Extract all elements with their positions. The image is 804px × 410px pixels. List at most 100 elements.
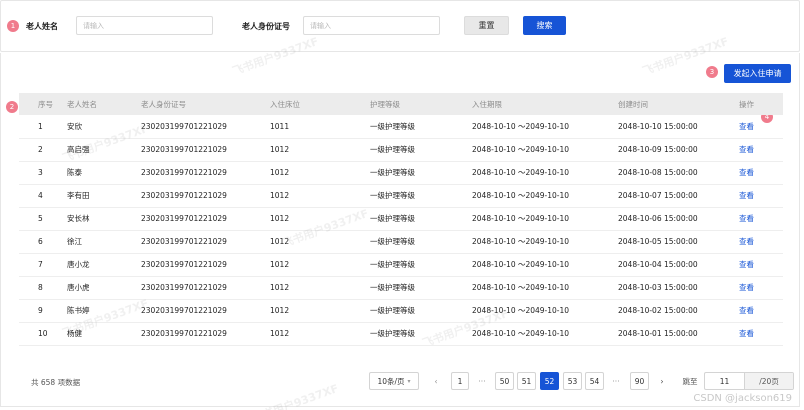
annotation-badge-2: 2 [6, 101, 18, 113]
cell-bed: 1012 [270, 191, 290, 200]
cell-created-time: 2048-10-08 15:00:00 [618, 168, 698, 177]
page-ellipsis-right[interactable]: ··· [608, 372, 624, 390]
total-count: 共 658 项数据 [31, 378, 81, 387]
cell-period: 2048-10-10 ～2049-10-10 [472, 145, 570, 154]
header-care-level: 护理等级 [370, 99, 400, 109]
cell-index: 7 [38, 260, 43, 269]
cell-period: 2048-10-10 ～2049-10-10 [472, 283, 570, 292]
view-link[interactable]: 查看 [739, 168, 754, 177]
page-51[interactable]: 51 [517, 372, 536, 390]
cell-care-level: 一级护理等级 [370, 237, 415, 246]
header-actions: 操作 [739, 99, 754, 109]
header-period: 入住期限 [472, 99, 502, 109]
page-50[interactable]: 50 [495, 372, 514, 390]
view-link[interactable]: 查看 [739, 306, 754, 315]
cell-created-time: 2048-10-02 15:00:00 [618, 306, 698, 315]
header-id-number: 老人身份证号 [141, 99, 186, 109]
next-page-button[interactable]: › [654, 372, 670, 390]
cell-created-time: 2048-10-03 15:00:00 [618, 283, 698, 292]
page: 1 老人姓名 老人身份证号 重置 搜索 3 发起入住申请 2 4 序号 老人姓名… [0, 0, 804, 410]
table-row: 2 高启强 230203199701221029 1012 一级护理等级 2048-10-… [19, 138, 783, 161]
page-53[interactable]: 53 [563, 372, 582, 390]
annotation-badge-3: 3 [706, 66, 718, 78]
prev-page-button[interactable]: ‹ [428, 372, 444, 390]
cell-id-number: 230203199701221029 [141, 145, 227, 154]
cell-name: 安欣 [67, 121, 82, 131]
cell-created-time: 2048-10-01 15:00:00 [618, 329, 698, 338]
cell-care-level: 一级护理等级 [370, 283, 415, 292]
view-link[interactable]: 查看 [739, 260, 754, 269]
reset-button[interactable]: 重置 [464, 16, 509, 35]
cell-id-number: 230203199701221029 [141, 168, 227, 177]
elder-name-label: 老人姓名 [26, 22, 58, 31]
view-link[interactable]: 查看 [739, 237, 754, 246]
cell-bed: 1012 [270, 283, 290, 292]
table-row: 6 徐江 230203199701221029 1012 一级护理等级 2048-10-1… [19, 230, 783, 253]
checkin-table: 序号 老人姓名 老人身份证号 入住床位 护理等级 入住期限 创建时间 操作 1 安… [19, 93, 783, 346]
cell-created-time: 2048-10-07 15:00:00 [618, 191, 698, 200]
page-1[interactable]: 1 [451, 372, 469, 390]
view-link[interactable]: 查看 [739, 191, 754, 200]
cell-care-level: 一级护理等级 [370, 329, 415, 338]
cell-bed: 1012 [270, 237, 290, 246]
cell-id-number: 230203199701221029 [141, 260, 227, 269]
goto-page-suffix: /20页 [744, 373, 793, 389]
cell-care-level: 一级护理等级 [370, 191, 415, 200]
page-54[interactable]: 54 [585, 372, 604, 390]
header-index: 序号 [38, 99, 53, 109]
cell-name: 徐江 [67, 237, 82, 246]
cell-actions: 查看 [739, 299, 783, 322]
cell-index: 10 [38, 329, 48, 338]
page-90[interactable]: 90 [630, 372, 649, 390]
cell-care-level: 一级护理等级 [370, 306, 415, 315]
elder-id-label: 老人身份证号 [242, 22, 290, 31]
page-size-select[interactable]: 10条/页 ▾ [369, 372, 419, 390]
goto-page-field[interactable]: 11 /20页 [704, 372, 794, 390]
table-row: 8 唐小虎 230203199701221029 1012 一级护理等级 2048-10-… [19, 276, 783, 299]
cell-period: 2048-10-10 ～2049-10-10 [472, 191, 570, 200]
cell-bed: 1012 [270, 306, 290, 315]
view-link[interactable]: 查看 [739, 283, 754, 292]
cell-created-time: 2048-10-10 15:00:00 [618, 121, 698, 131]
cell-bed: 1012 [270, 168, 290, 177]
apply-checkin-button[interactable]: 发起入住申请 [724, 64, 791, 83]
cell-care-level: 一级护理等级 [370, 214, 415, 223]
cell-actions: 查看 [739, 161, 783, 184]
view-link[interactable]: 查看 [739, 214, 754, 223]
cell-bed: 1011 [270, 121, 290, 131]
annotation-badge-1: 1 [7, 20, 19, 32]
cell-id-number: 230203199701221029 [141, 237, 227, 246]
csdn-watermark: CSDN @jackson619 [693, 393, 792, 404]
chevron-down-icon: ▾ [407, 377, 411, 385]
elder-id-input[interactable] [303, 16, 440, 35]
cell-index: 9 [38, 306, 43, 315]
view-link[interactable]: 查看 [739, 122, 754, 131]
goto-label: 跳至 [682, 376, 698, 386]
search-button[interactable]: 搜索 [523, 16, 566, 35]
cell-bed: 1012 [270, 260, 290, 269]
view-link[interactable]: 查看 [739, 145, 754, 154]
page-52-current[interactable]: 52 [540, 372, 559, 390]
page-ellipsis-left[interactable]: ··· [474, 372, 490, 390]
cell-name: 高启强 [67, 145, 90, 154]
goto-page-input[interactable]: 11 [705, 377, 744, 386]
cell-index: 1 [38, 121, 43, 131]
cell-name: 唐小龙 [67, 260, 90, 269]
content-panel: 3 发起入住申请 2 4 序号 老人姓名 老人身份证号 入住床位 护理等级 入住… [0, 53, 800, 407]
table-body: 1 安欣 230203199701221029 1011 一级护理等级 2048-10-1… [19, 115, 783, 345]
cell-actions: 查看 [739, 115, 783, 138]
table-row: 10 杨健 230203199701221029 1012 一级护理等级 2048-10-… [19, 322, 783, 345]
header-created-time: 创建时间 [618, 99, 648, 109]
elder-name-input[interactable] [76, 16, 213, 35]
cell-name: 唐小虎 [67, 283, 90, 292]
cell-period: 2048-10-10 ～2049-10-10 [472, 237, 570, 246]
table-row: 4 李有田 230203199701221029 1012 一级护理等级 2048-10-… [19, 184, 783, 207]
view-link[interactable]: 查看 [739, 329, 754, 338]
cell-period: 2048-10-10 ～2049-10-10 [472, 214, 570, 223]
cell-name: 安长林 [67, 214, 90, 223]
cell-care-level: 一级护理等级 [370, 168, 415, 177]
cell-actions: 查看 [739, 207, 783, 230]
cell-id-number: 230203199701221029 [141, 283, 227, 292]
cell-name: 李有田 [67, 191, 90, 200]
cell-bed: 1012 [270, 214, 290, 223]
